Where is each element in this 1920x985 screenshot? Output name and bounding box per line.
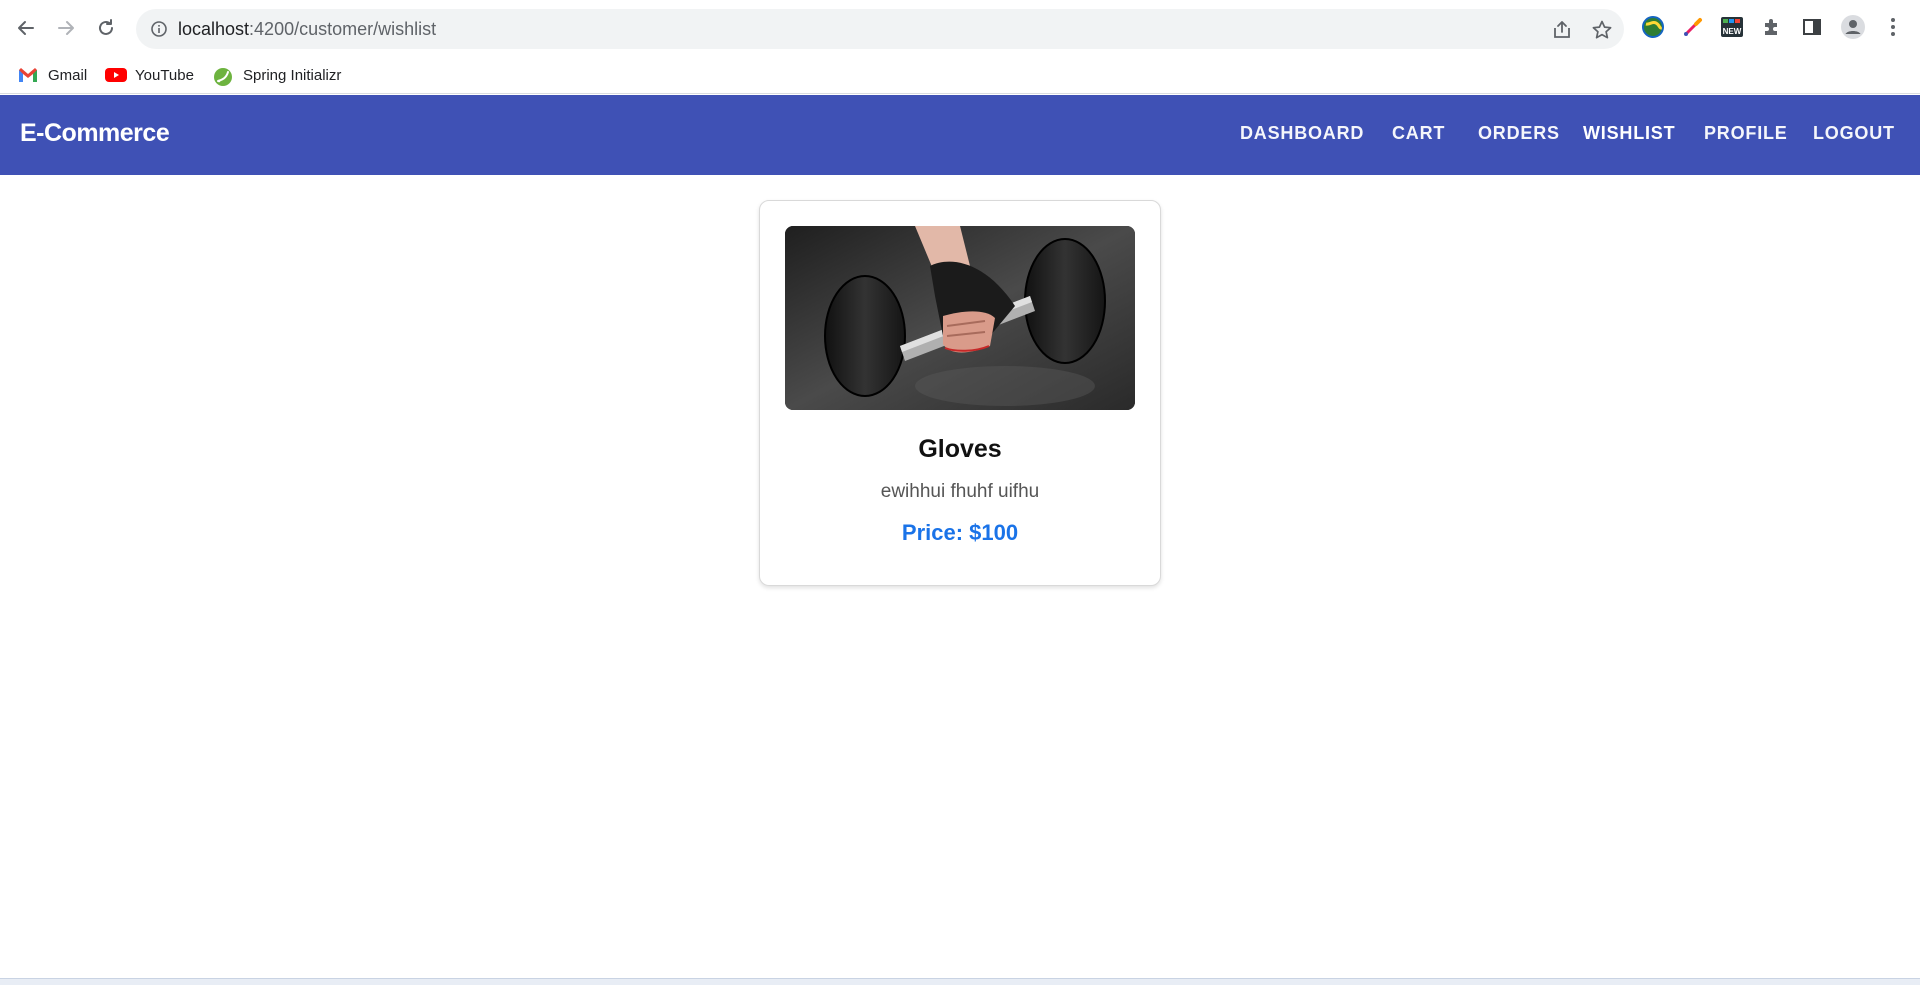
url-text[interactable]: localhost:4200/customer/wishlist xyxy=(178,19,436,40)
nav-logout[interactable]: LOGOUT xyxy=(1813,123,1895,144)
site-info-icon[interactable] xyxy=(150,20,168,38)
wishlist-product-card[interactable]: Gloves ewihhui fhuhf uifhu Price: $100 xyxy=(759,200,1161,586)
share-icon[interactable] xyxy=(1551,19,1573,41)
product-price: Price: $100 xyxy=(901,520,1019,545)
bookmarks-bar: Gmail YouTube Spring Initializr xyxy=(0,56,1920,94)
extension-colorpicker-icon[interactable] xyxy=(1680,14,1706,40)
nav-dashboard[interactable]: DASHBOARD xyxy=(1240,123,1364,144)
nav-orders[interactable]: ORDERS xyxy=(1478,123,1560,144)
browser-menu-icon[interactable] xyxy=(1880,14,1906,40)
side-panel-icon[interactable] xyxy=(1799,14,1825,40)
youtube-icon xyxy=(105,67,127,83)
bookmark-label: Spring Initializr xyxy=(243,66,342,84)
brand-logo[interactable]: E-Commerce xyxy=(20,119,170,148)
back-icon[interactable] xyxy=(12,14,40,42)
forward-icon[interactable] xyxy=(52,14,80,42)
bookmark-star-icon[interactable] xyxy=(1591,19,1613,41)
product-name: Gloves xyxy=(918,435,1002,463)
gmail-icon xyxy=(18,67,38,83)
bookmark-label: YouTube xyxy=(135,66,194,84)
extension-new-icon[interactable]: NEW xyxy=(1719,14,1745,40)
spring-icon xyxy=(213,67,233,86)
extensions-puzzle-icon[interactable] xyxy=(1759,14,1785,40)
bookmark-gmail[interactable]: Gmail xyxy=(18,64,87,86)
extension-globe-icon[interactable] xyxy=(1640,14,1666,40)
reload-icon[interactable] xyxy=(92,14,120,42)
bookmark-label: Gmail xyxy=(48,66,88,84)
nav-profile[interactable]: PROFILE xyxy=(1704,123,1788,144)
product-description: ewihhui fhuhf uifhu xyxy=(880,481,1040,502)
nav-wishlist[interactable]: WISHLIST xyxy=(1583,123,1675,144)
nav-cart[interactable]: CART xyxy=(1392,123,1445,144)
browser-toolbar: localhost:4200/customer/wishlist NEW xyxy=(0,0,1920,56)
profile-avatar-icon[interactable] xyxy=(1840,14,1866,40)
svg-text:NEW: NEW xyxy=(1723,27,1742,36)
bookmark-spring-initializr[interactable]: Spring Initializr xyxy=(213,64,341,86)
url-path: :4200/customer/wishlist xyxy=(249,19,437,39)
app-navbar: E-Commerce DASHBOARD CART ORDERS WISHLIS… xyxy=(0,95,1920,175)
product-image xyxy=(785,226,1135,410)
browser-chrome: localhost:4200/customer/wishlist NEW Gma… xyxy=(0,0,1920,95)
bookmark-youtube[interactable]: YouTube xyxy=(105,64,194,86)
address-bar[interactable]: localhost:4200/customer/wishlist xyxy=(136,9,1624,49)
url-host: localhost xyxy=(178,19,250,39)
window-bottom-edge xyxy=(0,978,1920,985)
